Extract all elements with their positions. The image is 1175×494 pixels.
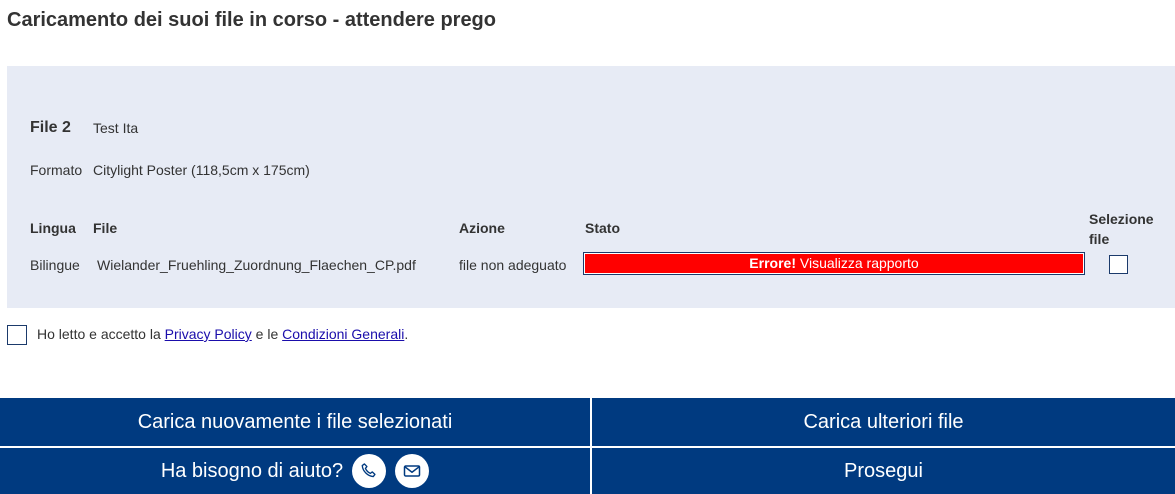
reload-selected-files-button[interactable]: Carica nuovamente i file selezionati	[0, 398, 590, 446]
cell-lingua: Bilingue	[30, 257, 80, 273]
column-header-file: File	[93, 220, 118, 236]
upload-more-button-label: Carica ulteriori file	[803, 410, 964, 433]
consent-text-mid: e le	[251, 326, 283, 342]
status-error-button[interactable]: Errore! Visualizza rapporto	[583, 252, 1085, 275]
reload-button-label: Carica nuovamente i file selezionati	[137, 410, 453, 433]
upload-panel: File 2 Test Ita Formato Citylight Poster…	[7, 66, 1175, 308]
format-value: Citylight Poster (118,5cm x 175cm)	[93, 162, 310, 178]
upload-more-files-button[interactable]: Carica ulteriori file	[592, 398, 1175, 446]
mail-icon[interactable]	[395, 454, 430, 488]
page-title: Caricamento dei suoi file in corso - att…	[7, 9, 496, 31]
terms-link[interactable]: Condizioni Generali	[282, 326, 404, 342]
cell-azione: file non adeguato	[459, 257, 567, 273]
file-name: Test Ita	[93, 120, 139, 136]
help-label: Ha bisogno di aiuto?	[160, 459, 344, 482]
file-label: File 2	[30, 119, 71, 136]
format-label: Formato	[30, 162, 83, 178]
status-report-link[interactable]: Visualizza rapporto	[800, 255, 919, 271]
privacy-policy-link[interactable]: Privacy Policy	[165, 326, 252, 342]
file-select-checkbox[interactable]	[1109, 255, 1128, 274]
phone-icon[interactable]	[352, 454, 387, 488]
continue-button-label: Prosegui	[844, 459, 923, 482]
column-header-lingua: Lingua	[30, 220, 76, 236]
status-error-label: Errore!	[749, 255, 796, 271]
help-bar: Ha bisogno di aiuto?	[0, 448, 590, 494]
consent-text-before: Ho letto e accetto la	[37, 326, 165, 342]
consent-checkbox[interactable]	[7, 325, 27, 345]
column-header-selezione: Selezione file	[1089, 211, 1154, 247]
continue-button[interactable]: Prosegui	[592, 448, 1175, 494]
consent-text: Ho letto e accetto la Privacy Policy e l…	[37, 326, 408, 342]
column-header-azione: Azione	[459, 220, 505, 236]
column-header-stato: Stato	[585, 220, 620, 236]
consent-text-after: .	[404, 326, 409, 342]
cell-file: Wielander_Fruehling_Zuordnung_Flaechen_C…	[97, 257, 416, 273]
